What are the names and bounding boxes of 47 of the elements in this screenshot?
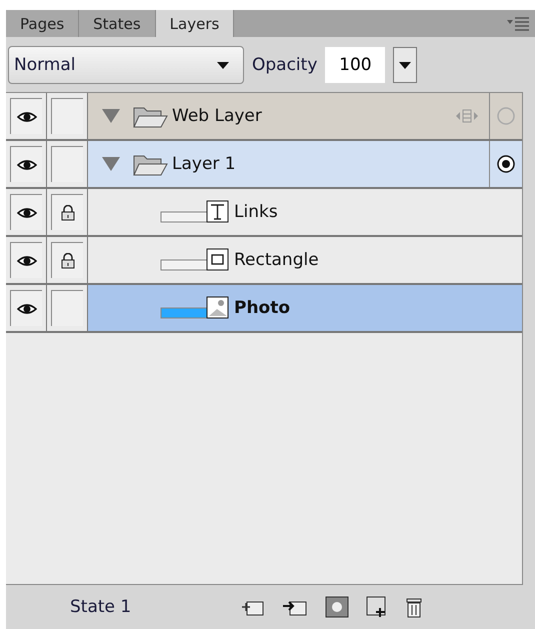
eye-icon <box>16 254 36 266</box>
rectangle-layer-thumbnail-icon <box>160 248 230 272</box>
lock-toggle[interactable] <box>51 242 83 278</box>
current-state-label: State 1 <box>70 597 132 617</box>
layer-name: Rectangle <box>234 250 319 270</box>
caret-icon <box>217 62 229 68</box>
new-object-icon[interactable] <box>366 596 388 618</box>
target-radio-icon[interactable] <box>497 155 515 173</box>
expand-triangle-icon[interactable] <box>102 107 120 125</box>
expand-triangle-icon[interactable] <box>102 155 120 173</box>
lock-toggle[interactable] <box>51 194 83 230</box>
opacity-label: Opacity <box>252 55 318 75</box>
layer-name: Photo <box>234 298 290 318</box>
visibility-toggle[interactable] <box>10 146 42 182</box>
eye-icon <box>16 110 36 122</box>
panel-menu-icon[interactable] <box>507 17 529 31</box>
text-layer-thumbnail-icon <box>160 200 230 224</box>
layer-name: Web Layer <box>172 106 262 126</box>
lock-toggle[interactable] <box>51 98 83 134</box>
visibility-toggle[interactable] <box>10 290 42 326</box>
web-layer-slice-icon <box>456 109 478 123</box>
trash-icon[interactable] <box>405 596 424 618</box>
eye-icon <box>16 158 36 170</box>
visibility-toggle[interactable] <box>10 242 42 278</box>
target-radio-icon[interactable] <box>497 107 515 125</box>
panel-tab[interactable]: Pages <box>6 10 80 37</box>
caret-icon <box>399 62 412 68</box>
lock-toggle[interactable] <box>51 146 83 182</box>
mask-icon[interactable] <box>325 596 350 618</box>
layer-name: Layer 1 <box>172 154 236 174</box>
layer-row[interactable]: Layer 1 <box>88 141 522 187</box>
visibility-toggle[interactable] <box>10 194 42 230</box>
lock-icon <box>60 252 74 268</box>
opacity-field[interactable]: 100 <box>325 47 386 83</box>
lock-icon <box>60 204 74 220</box>
layer-row[interactable]: Photo <box>88 285 522 331</box>
lock-toggle[interactable] <box>51 290 83 326</box>
visibility-toggle[interactable] <box>10 98 42 134</box>
image-layer-thumbnail-icon <box>160 296 230 320</box>
eye-icon <box>16 206 36 218</box>
blend-mode-dropdown[interactable]: Normal <box>8 46 244 84</box>
panel-tab[interactable]: States <box>79 10 156 37</box>
eye-icon <box>16 302 36 314</box>
panel-tab[interactable]: Layers <box>156 10 234 37</box>
opacity-dropdown-button[interactable] <box>393 47 418 83</box>
layer-row[interactable]: Web Layer <box>88 93 522 139</box>
layer-name: Links <box>234 202 278 222</box>
